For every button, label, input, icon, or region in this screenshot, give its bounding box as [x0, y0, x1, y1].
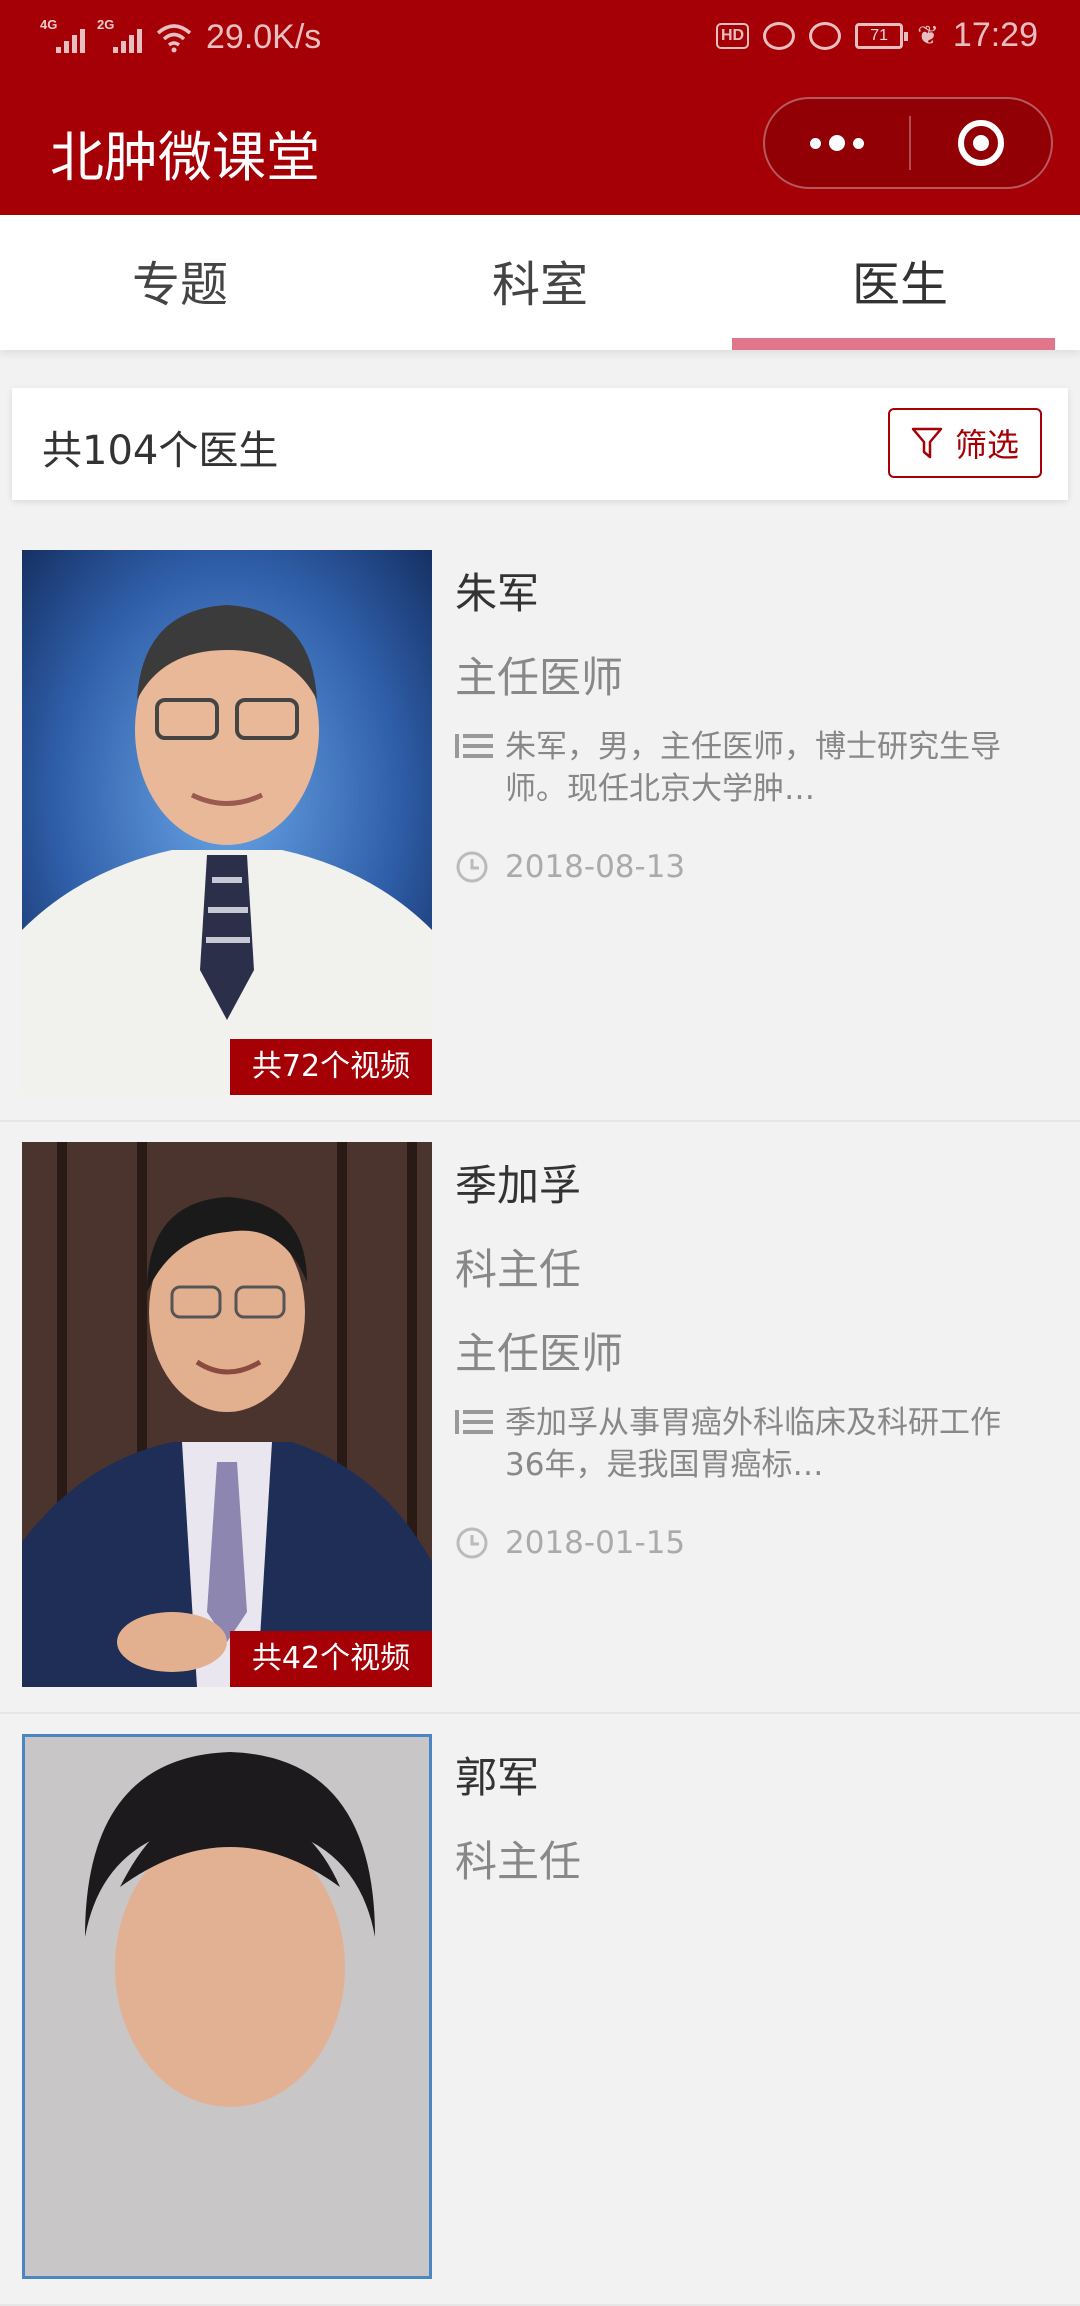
doctor-portrait-image — [25, 1737, 429, 2276]
battery-icon: 71 — [855, 22, 909, 49]
description-list-icon — [455, 734, 493, 758]
doctor-count: 共104个医生 — [42, 428, 279, 474]
signal-2g-icon: 2G — [97, 17, 142, 53]
signal-4g-icon: 4G — [40, 17, 85, 53]
close-target-icon — [958, 120, 1004, 166]
navigation-bar: 北肿微课堂 — [0, 75, 1080, 215]
doctor-card[interactable]: 共42个视频 季加孚 科主任 主任医师 季加孚从事胃癌外科临床及科研工作36年，… — [0, 1122, 1080, 1714]
publish-date: 2018-08-13 — [455, 846, 1015, 888]
mini-program-capsule — [763, 97, 1053, 189]
hd-icon: HD — [716, 22, 750, 49]
video-count-badge: 共72个视频 — [230, 1039, 432, 1095]
clock-time: 17:29 — [952, 16, 1038, 54]
doctor-photo: 共72个视频 — [22, 550, 432, 1095]
more-dots-icon — [810, 135, 864, 151]
power-saving-leaf-icon: ❦ — [917, 20, 939, 50]
description-text: 朱军，男，主任医师，博士研究生导师。现任北京大学肿… — [505, 729, 1001, 807]
eye-comfort-icon — [763, 21, 796, 50]
doctor-title: 主任医师 — [455, 1329, 624, 1378]
doctor-description: 季加孚从事胃癌外科临床及科研工作36年，是我国胃癌标… — [455, 1402, 1015, 1486]
doctor-name: 朱军 — [455, 569, 540, 618]
battery-level: 71 — [870, 26, 888, 44]
clock-icon — [456, 1527, 488, 1559]
description-text: 季加孚从事胃癌外科临床及科研工作36年，是我国胃癌标… — [505, 1405, 1001, 1483]
doctor-photo — [22, 1734, 432, 2279]
doctor-info: 郭军 科主任 — [455, 1744, 1015, 1886]
network-speed: 29.0K/s — [206, 18, 322, 56]
doctor-title: 主任医师 — [455, 653, 624, 702]
doctor-description: 朱军，男，主任医师，博士研究生导师。现任北京大学肿… — [455, 726, 1015, 810]
page-title: 北肿微课堂 — [50, 126, 320, 189]
tab-topics[interactable]: 专题 — [0, 215, 360, 350]
doctor-portrait-image — [22, 550, 432, 1095]
doctor-list: 共72个视频 朱军 主任医师 朱军，男，主任医师，博士研究生导师。现任北京大学肿… — [0, 530, 1080, 2306]
category-tabs: 专题 科室 医生 — [0, 215, 1080, 350]
description-list-icon — [455, 1410, 493, 1434]
publish-date: 2018-01-15 — [455, 1522, 1015, 1564]
date-text: 2018-01-15 — [505, 1525, 686, 1561]
doctor-card[interactable]: 共72个视频 朱军 主任医师 朱军，男，主任医师，博士研究生导师。现任北京大学肿… — [0, 530, 1080, 1122]
doctor-position: 科主任 — [455, 1245, 582, 1294]
alarm-icon — [809, 21, 842, 50]
doctor-info: 季加孚 科主任 主任医师 季加孚从事胃癌外科临床及科研工作36年，是我国胃癌标…… — [455, 1152, 1015, 1564]
network-type-2: 2G — [97, 16, 115, 32]
doctor-position: 科主任 — [455, 1837, 582, 1886]
clock-icon — [456, 851, 488, 883]
funnel-icon — [911, 427, 943, 459]
filter-button[interactable]: 筛选 — [888, 408, 1042, 478]
filter-label: 筛选 — [954, 426, 1019, 464]
close-button[interactable] — [911, 120, 1051, 166]
doctor-name: 郭军 — [455, 1753, 540, 1802]
doctor-portrait-image — [22, 1142, 432, 1687]
doctor-name: 季加孚 — [455, 1161, 582, 1210]
wifi-icon — [156, 23, 192, 52]
more-button[interactable] — [765, 99, 909, 187]
doctor-card[interactable]: 郭军 科主任 — [0, 1714, 1080, 2306]
network-type-1: 4G — [40, 16, 58, 32]
doctor-photo: 共42个视频 — [22, 1142, 432, 1687]
doctor-count-bar: 共104个医生 筛选 — [12, 388, 1068, 500]
doctor-info: 朱军 主任医师 朱军，男，主任医师，博士研究生导师。现任北京大学肿… 2018-… — [455, 560, 1015, 888]
tab-doctors[interactable]: 医生 — [720, 215, 1080, 350]
status-bar: 4G 2G 29.0K/s HD 71 ❦ 17:29 — [0, 0, 1080, 75]
date-text: 2018-08-13 — [505, 849, 686, 885]
video-count-badge: 共42个视频 — [230, 1631, 432, 1687]
tab-departments[interactable]: 科室 — [360, 215, 720, 350]
